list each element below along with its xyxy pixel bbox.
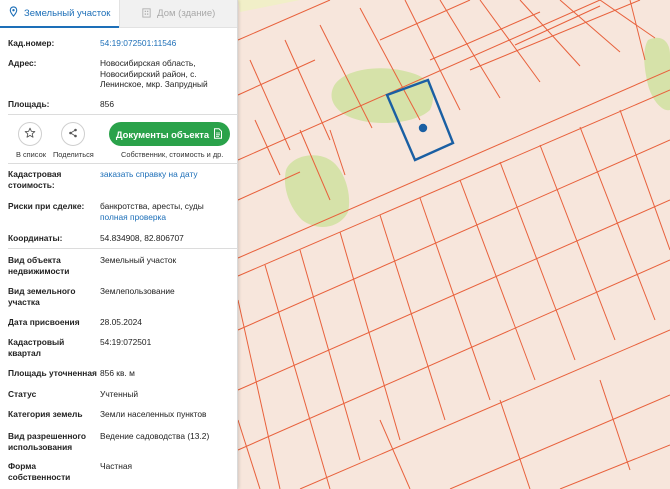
land-type-label: Вид земельного участка — [8, 286, 100, 307]
label-line: участка — [8, 296, 40, 307]
label-line: стоимость: — [8, 179, 55, 190]
favorite-label: В список — [16, 150, 46, 159]
address-label: Адрес: — [8, 58, 37, 68]
tab-building[interactable]: Дом (здание) — [118, 0, 237, 28]
full-check-link[interactable]: полная проверка — [100, 212, 230, 223]
cadastral-value-row: Кадастровая стоимость: заказать справку … — [0, 169, 238, 190]
assigned-date-value: 28.05.2024 — [100, 317, 142, 327]
label-line: Вид разрешенного — [8, 431, 87, 441]
coordinates-row: Координаты: 54.834908, 82.806707 — [0, 233, 238, 244]
permitted-use-label: Вид разрешенного использования — [8, 431, 100, 452]
cadastral-value-label: Кадастровая стоимость: — [8, 169, 100, 190]
object-type-label: Вид объекта недвижимости — [8, 255, 100, 276]
object-type-row: Вид объекта недвижимости Земельный участ… — [0, 255, 238, 276]
documents-button[interactable]: Документы объекта — [109, 122, 230, 146]
coordinates-label: Координаты: — [8, 233, 63, 243]
ownership-value: Частная — [100, 461, 133, 471]
documents-button-label: Документы объекта — [115, 128, 210, 140]
divider — [8, 163, 238, 164]
share-button[interactable] — [61, 122, 85, 146]
coordinates-value: 54.834908, 82.806707 — [100, 233, 184, 243]
parcel-info-panel: Земельный участок Дом (здание) Кад.номер… — [0, 0, 238, 489]
quarter-label: Кадастровый квартал — [8, 337, 100, 358]
label-line: Вид земельного — [8, 286, 76, 296]
favorite-button[interactable] — [18, 122, 42, 146]
area-precise-row: Площадь уточненная 856 кв. м — [0, 368, 238, 379]
quarter-value: 54:19:072501 — [100, 337, 152, 347]
address-line: Новосибирская область, — [100, 58, 196, 68]
status-label: Статус — [8, 389, 37, 399]
area-label: Площадь: — [8, 99, 50, 109]
cad-number-row: Кад.номер: 54:19:072501:11546 — [0, 38, 238, 49]
building-icon — [141, 7, 152, 21]
ownership-label: Форма собственности — [8, 461, 100, 482]
assigned-date-label: Дата присвоения — [8, 317, 80, 327]
label-line: Кадастровый — [8, 337, 65, 347]
assigned-date-row: Дата присвоения 28.05.2024 — [0, 317, 238, 328]
divider — [8, 114, 238, 115]
category-row: Категория земель Земли населенных пункто… — [0, 409, 238, 420]
tab-bar: Земельный участок Дом (здание) — [0, 0, 237, 28]
address-line: Ленинское, мкр. Запрудный — [100, 79, 208, 89]
permitted-use-row: Вид разрешенного использования Ведение с… — [0, 431, 238, 452]
address-row: Адрес: Новосибирская область, Новосибирс… — [0, 58, 238, 90]
label-line: использования — [8, 441, 73, 452]
land-type-value: Землепользование — [100, 286, 175, 296]
tab-building-label: Дом (здание) — [157, 8, 216, 19]
land-type-row: Вид земельного участка Землепользование — [0, 286, 238, 307]
tab-land-plot[interactable]: Земельный участок — [0, 0, 119, 28]
area-precise-value: 856 кв. м — [100, 368, 135, 378]
address-line: Новосибирский район, с. — [100, 68, 197, 79]
selected-parcel-marker[interactable] — [418, 123, 428, 133]
share-label: Поделиться — [53, 150, 94, 159]
label-line: собственности — [8, 471, 71, 482]
area-row: Площадь: 856 — [0, 99, 238, 110]
area-precise-label: Площадь уточненная — [8, 368, 97, 378]
share-icon — [67, 127, 79, 141]
area-value: 856 — [100, 99, 114, 109]
risks-value: банкротства, аресты, суды полная проверк… — [100, 201, 230, 222]
label-line: Кадастровая — [8, 169, 62, 179]
quarter-row: Кадастровый квартал 54:19:072501 — [0, 337, 238, 358]
tab-land-plot-label: Земельный участок — [24, 7, 111, 19]
risks-text: банкротства, аресты, суды — [100, 201, 204, 211]
category-label: Категория земель — [8, 409, 83, 419]
risks-row: Риски при сделке: банкротства, аресты, с… — [0, 201, 238, 222]
documents-subtitle: Собственник, стоимость и др. — [121, 150, 224, 159]
label-line: Вид объекта — [8, 255, 61, 265]
risks-label: Риски при сделке: — [8, 201, 85, 211]
label-line: недвижимости — [8, 265, 70, 276]
status-row: Статус Учтенный — [0, 389, 238, 400]
divider — [8, 248, 238, 249]
category-value: Земли населенных пунктов — [100, 409, 207, 419]
cad-number-value[interactable]: 54:19:072501:11546 — [100, 38, 230, 49]
label-line: квартал — [8, 347, 41, 358]
address-value: Новосибирская область, Новосибирский рай… — [100, 58, 230, 90]
document-icon — [213, 127, 223, 141]
ownership-row: Форма собственности Частная — [0, 461, 238, 482]
map-marker-icon — [8, 6, 19, 20]
permitted-use-value: Ведение садоводства (13.2) — [100, 431, 210, 441]
label-line: Форма — [8, 461, 37, 471]
status-value: Учтенный — [100, 389, 139, 399]
object-type-value: Земельный участок — [100, 255, 177, 265]
cad-number-label: Кад.номер: — [8, 38, 55, 48]
order-certificate-link[interactable]: заказать справку на дату — [100, 169, 230, 190]
star-icon — [24, 127, 36, 141]
